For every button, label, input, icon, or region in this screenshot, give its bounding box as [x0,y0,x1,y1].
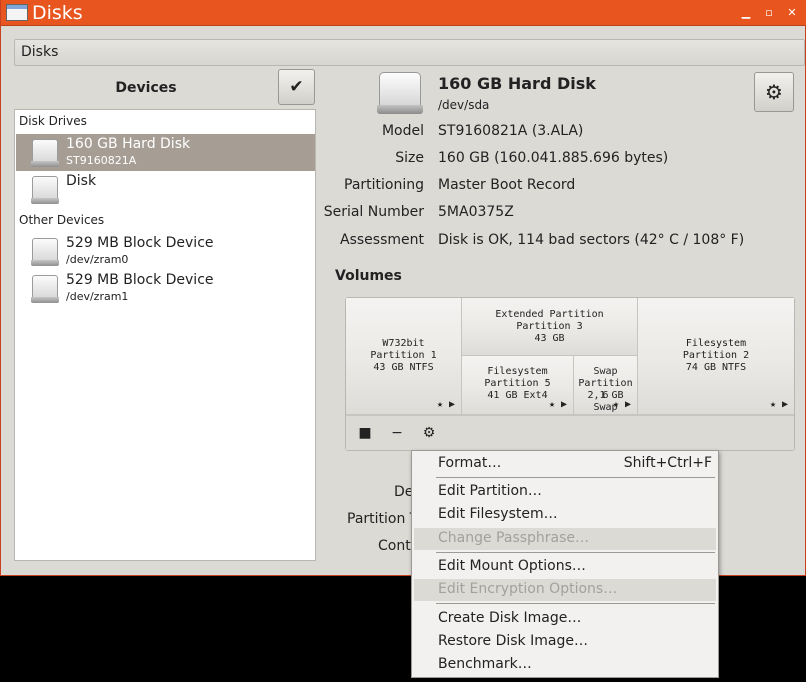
hard-disk-icon [31,176,59,204]
device-name: 529 MB Block Device [66,235,214,251]
menu-item-edit-mount-options[interactable]: Edit Mount Options… [414,556,716,578]
device-subtitle: /dev/zram1 [66,290,129,303]
menu-item-label: Create Disk Image… [438,610,582,626]
title-bar[interactable]: Disks ▁ ▫ ✕ [1,0,806,26]
partition-label: Partition 3 [516,321,583,332]
partition-extended[interactable]: Extended Partition Partition 3 43 GB [462,298,638,356]
device-name: 529 MB Block Device [66,272,214,288]
partition-label: Partition 1 [370,350,437,361]
menu-item-shortcut: Shift+Ctrl+F [623,455,712,471]
menu-item-label: Edit Partition… [438,483,542,499]
hard-disk-icon [377,72,423,114]
disk-path: /dev/sda [438,98,490,112]
section-label-disk-drives: Disk Drives [19,114,87,128]
volumes-title: Volumes [335,268,402,284]
partition-6[interactable]: Swap Partition 6 2,1 GB Swap ★ ▶ [574,356,638,415]
gear-icon: ⚙ [765,80,783,104]
partition-label: W732bit [382,338,425,349]
minus-icon[interactable]: − [386,422,408,444]
devices-header-label: Devices [115,80,177,96]
stop-icon[interactable]: ■ [354,422,376,444]
prop-label-partitioning: Partitioning [344,177,424,193]
partition-label: 43 GB NTFS [373,362,434,373]
partition-5[interactable]: Filesystem Partition 5 41 GB Ext4 ★ ▶ [462,356,574,415]
partition-label: Partition 2 [682,350,750,361]
prop-value-serial: 5MA0375Z [438,204,514,220]
partition-controls-icon: ★ ▶ [548,399,567,410]
device-item-160gb[interactable]: 160 GB Hard Disk ST9160821A [16,134,315,171]
menu-item-edit-filesystem[interactable]: Edit Filesystem… [414,504,716,526]
partially-hidden-label: Partition T [347,511,419,527]
gears-icon[interactable]: ⚙ [418,422,440,444]
block-device-icon [31,275,59,303]
menu-separator [436,603,715,604]
partition-label: Filesystem [487,366,548,377]
close-icon[interactable]: ✕ [783,4,801,22]
menu-item-label: Benchmark… [438,656,532,672]
menu-item-label: Edit Encryption Options… [438,581,618,597]
menu-item-create-disk-image[interactable]: Create Disk Image… [414,608,716,630]
volume-map: W732bit Partition 1 43 GB NTFS ★ ▶ Exten… [345,297,795,451]
partition-controls-icon: ★ ▶ [436,399,455,410]
minimize-icon[interactable]: ▁ [737,4,755,22]
window-title: Disks [32,2,83,24]
block-device-icon [31,238,59,266]
menu-item-label: Format… [438,455,502,471]
breadcrumb-label: Disks [21,44,59,60]
prop-value-model: ST9160821A (3.ALA) [438,123,584,139]
prop-label-serial: Serial Number [323,204,424,220]
menu-item-label: Edit Mount Options… [438,558,586,574]
partition-controls-icon: ★ ▶ [612,399,631,410]
partition-label: 74 GB NTFS [685,362,747,373]
section-label-other-devices: Other Devices [19,213,105,227]
select-mode-button[interactable]: ✔ [278,69,315,105]
prop-value-partitioning: Master Boot Record [438,177,576,193]
checkmark-icon: ✔ [289,77,304,97]
prop-label-size: Size [395,150,424,166]
device-item-disk[interactable]: Disk [16,171,315,208]
volume-toolbar: ■ − ⚙ [346,415,794,450]
partition-2[interactable]: Filesystem Partition 2 74 GB NTFS ★ ▶ [638,298,794,415]
menu-item-format[interactable]: Format… Shift+Ctrl+F [414,453,716,475]
device-name: Disk [66,173,97,189]
partition-label: Swap [593,366,618,377]
device-subtitle: /dev/zram0 [66,253,129,266]
menu-item-label: Change Passphrase… [438,530,590,546]
window-icon [6,4,28,21]
devices-header: Devices [14,68,278,108]
partition-label: Extended Partition [495,309,604,320]
device-item-zram1[interactable]: 529 MB Block Device /dev/zram1 [16,270,315,307]
partition-label: Partition 5 [484,378,551,389]
menu-item-label: Edit Filesystem… [438,506,558,522]
partition-controls-icon: ★ ▶ [769,399,788,410]
menu-item-benchmark[interactable]: Benchmark… [414,654,716,676]
disk-title: 160 GB Hard Disk [438,74,596,93]
prop-label-assessment: Assessment [340,232,424,248]
prop-label-model: Model [381,123,424,139]
device-item-zram0[interactable]: 529 MB Block Device /dev/zram0 [16,233,315,270]
prop-value-size: 160 GB (160.041.885.696 bytes) [438,150,669,166]
partition-context-menu: Format… Shift+Ctrl+F Edit Partition… Edi… [411,450,719,678]
device-subtitle: ST9160821A [66,154,137,167]
partition-label: 43 GB [534,333,565,344]
breadcrumb[interactable]: Disks [14,39,805,66]
hard-disk-icon [31,139,59,167]
device-list[interactable]: Disk Drives 160 GB Hard Disk ST9160821A … [14,109,316,561]
drive-settings-button[interactable]: ⚙ [754,72,794,112]
partition-1[interactable]: W732bit Partition 1 43 GB NTFS ★ ▶ [346,298,462,415]
device-name: 160 GB Hard Disk [66,136,191,152]
menu-item-label: Restore Disk Image… [438,633,588,649]
menu-item-edit-partition[interactable]: Edit Partition… [414,481,716,503]
menu-separator [436,477,715,478]
menu-item-change-passphrase: Change Passphrase… [414,528,716,550]
prop-value-assessment: Disk is OK, 114 bad sectors (42° C / 108… [438,232,745,248]
menu-item-edit-encryption-options: Edit Encryption Options… [414,579,716,601]
menu-separator [436,552,715,553]
menu-item-restore-disk-image[interactable]: Restore Disk Image… [414,631,716,653]
maximize-icon[interactable]: ▫ [760,4,778,22]
partition-label: Filesystem [685,338,747,349]
